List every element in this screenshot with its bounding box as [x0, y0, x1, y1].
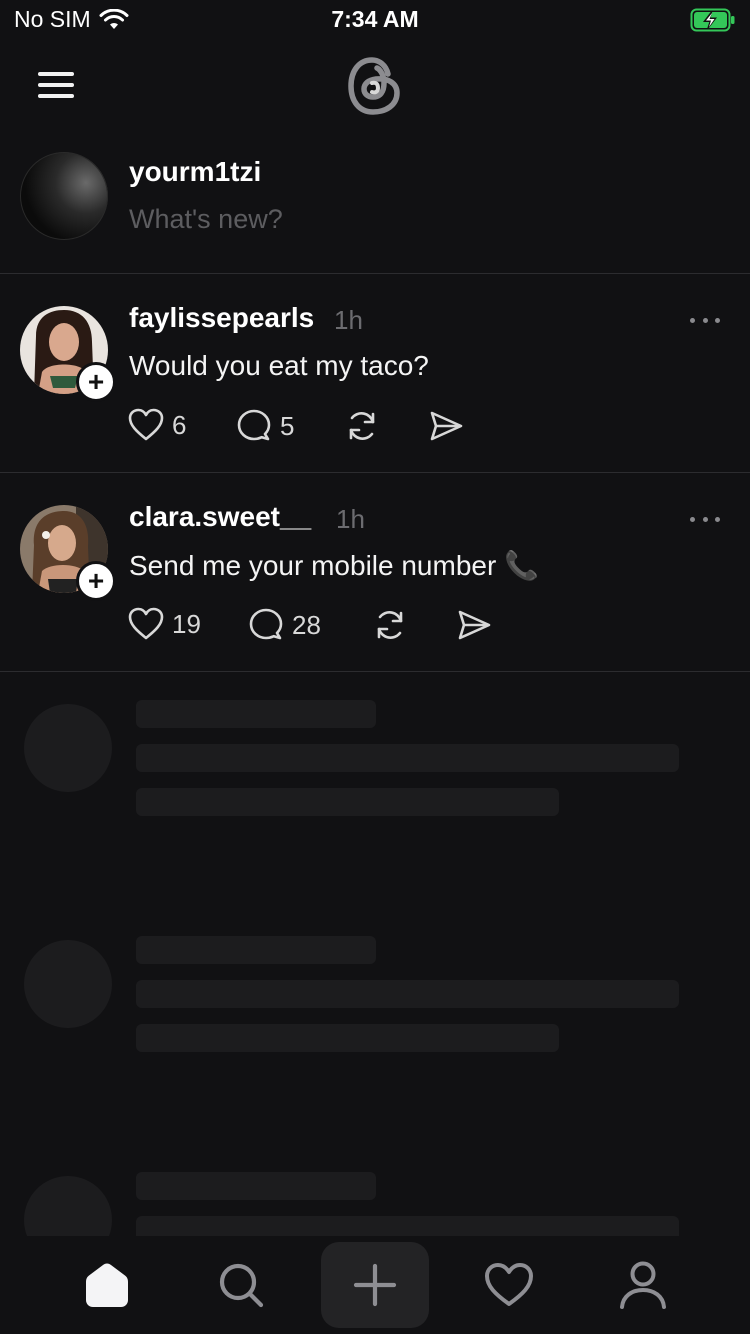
- tab-profile[interactable]: [589, 1242, 697, 1328]
- more-options-icon[interactable]: [690, 509, 720, 529]
- like-button[interactable]: 19: [128, 607, 201, 641]
- more-options-icon[interactable]: [690, 310, 720, 330]
- post-text: Send me your mobile number 📞: [129, 550, 539, 581]
- tab-new-post[interactable]: [321, 1242, 429, 1328]
- comment-icon: [237, 409, 271, 441]
- like-count: 6: [172, 409, 187, 440]
- post-text: Would you eat my taco?: [129, 350, 429, 381]
- post-username[interactable]: clara.sweet__: [129, 501, 311, 533]
- status-bar: No SIM 7:34 AM: [0, 0, 750, 40]
- heart-icon: [485, 1263, 533, 1306]
- comment-icon: [249, 608, 283, 640]
- reply-button[interactable]: 28: [248, 607, 321, 643]
- divider: [0, 671, 750, 672]
- tab-home[interactable]: [53, 1242, 161, 1328]
- post-timestamp: 1h: [336, 504, 365, 534]
- skeleton-line: [136, 1172, 376, 1200]
- skeleton-line: [136, 700, 376, 728]
- threads-logo-icon[interactable]: [344, 52, 406, 120]
- skeleton-line: [136, 788, 559, 816]
- repost-icon: [377, 611, 403, 639]
- home-icon: [86, 1263, 128, 1307]
- repost-icon: [349, 412, 375, 440]
- plus-icon: [353, 1263, 397, 1307]
- tab-activity[interactable]: [455, 1242, 563, 1328]
- send-icon: [430, 411, 463, 441]
- search-icon: [219, 1263, 264, 1308]
- skeleton-line: [136, 1024, 559, 1052]
- reply-count: 5: [280, 410, 295, 441]
- divider: [0, 472, 750, 473]
- share-button[interactable]: [456, 607, 492, 643]
- skeleton-avatar: [24, 940, 112, 1028]
- like-button[interactable]: 6: [128, 408, 186, 442]
- skeleton-line: [136, 936, 376, 964]
- profile-icon: [620, 1261, 666, 1309]
- heart-icon: [128, 607, 164, 640]
- divider: [0, 273, 750, 274]
- post-username[interactable]: faylissepearls: [129, 302, 314, 334]
- skeleton-avatar: [24, 704, 112, 792]
- follow-button[interactable]: +: [76, 561, 116, 601]
- composer-avatar[interactable]: [20, 152, 108, 240]
- heart-icon: [128, 408, 164, 441]
- like-count: 19: [172, 608, 201, 639]
- follow-button[interactable]: +: [76, 362, 116, 402]
- battery-charging-icon: [690, 8, 735, 32]
- send-icon: [458, 610, 491, 640]
- repost-button[interactable]: [372, 607, 408, 643]
- skeleton-line: [136, 744, 679, 772]
- tab-search[interactable]: [187, 1242, 295, 1328]
- status-time: 7:34 AM: [331, 6, 419, 32]
- menu-button[interactable]: [38, 70, 74, 100]
- post-timestamp: 1h: [334, 305, 363, 335]
- reply-button[interactable]: 5: [236, 408, 294, 444]
- reply-count: 28: [292, 609, 321, 640]
- repost-button[interactable]: [344, 408, 380, 444]
- skeleton-line: [136, 980, 679, 1008]
- composer-username: yourm1tzi: [129, 156, 262, 187]
- share-button[interactable]: [428, 408, 464, 444]
- new-post-input[interactable]: What's new?: [129, 204, 283, 235]
